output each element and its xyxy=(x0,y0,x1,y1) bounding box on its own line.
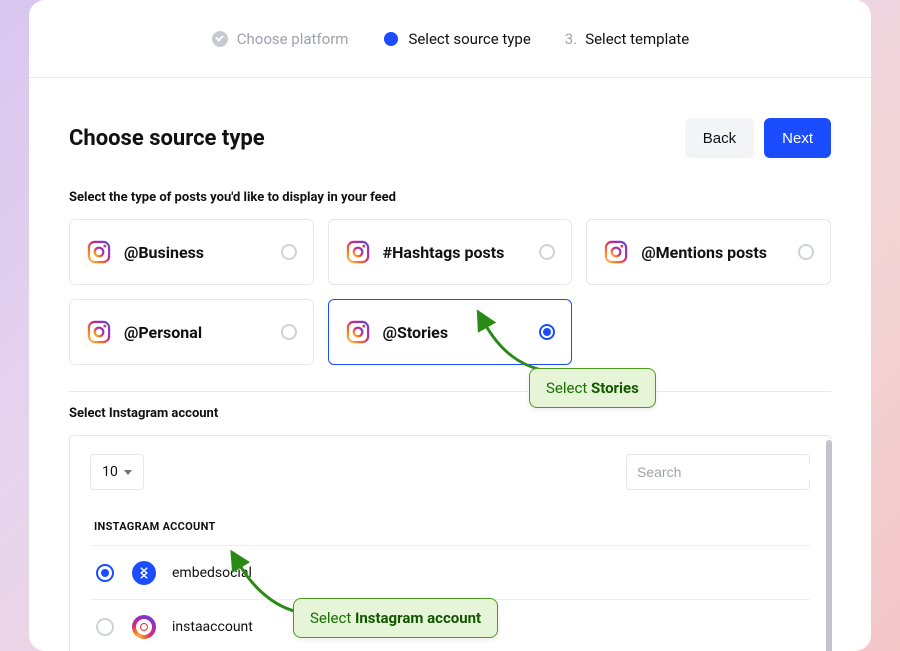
section-label: Select Instagram account xyxy=(69,406,831,421)
callout-account: Select Instagram account xyxy=(293,598,498,638)
avatar xyxy=(132,615,156,639)
page-size-value: 10 xyxy=(102,464,118,480)
avatar xyxy=(132,561,156,585)
instagram-icon xyxy=(86,319,112,345)
search-box[interactable] xyxy=(626,454,810,490)
option-personal[interactable]: @Personal xyxy=(69,299,314,365)
option-label: @Personal xyxy=(124,323,269,342)
radio-icon[interactable] xyxy=(96,618,114,636)
radio-icon[interactable] xyxy=(96,564,114,582)
option-label: @Business xyxy=(124,243,269,262)
stepper: Choose platform Select source type 3. Se… xyxy=(29,0,871,78)
step-select-template[interactable]: 3. Select template xyxy=(565,30,689,48)
instagram-icon xyxy=(86,239,112,265)
callout-bold: Stories xyxy=(591,379,639,397)
divider xyxy=(69,391,831,392)
option-label: @Mentions posts xyxy=(641,243,786,262)
radio-icon xyxy=(281,324,297,340)
option-label: #Hashtags posts xyxy=(383,243,528,262)
step-select-source-type[interactable]: Select source type xyxy=(382,30,530,48)
radio-icon xyxy=(539,244,555,260)
header-row: Choose source type Back Next xyxy=(69,118,831,158)
back-button[interactable]: Back xyxy=(685,118,754,158)
page-title: Choose source type xyxy=(69,126,265,151)
callout-text: Select xyxy=(310,609,355,627)
instagram-icon xyxy=(603,239,629,265)
callout-text: Select xyxy=(546,379,591,397)
chevron-down-icon xyxy=(124,470,132,475)
option-hashtags[interactable]: #Hashtags posts xyxy=(328,219,573,285)
check-circle-icon xyxy=(211,30,229,48)
radio-icon xyxy=(798,244,814,260)
step-label: Select source type xyxy=(408,30,530,48)
action-buttons: Back Next xyxy=(685,118,831,158)
account-row-embedsocial[interactable]: embedsocial xyxy=(90,546,810,600)
instagram-icon xyxy=(345,319,371,345)
step-label: Select template xyxy=(585,30,689,48)
option-business[interactable]: @Business xyxy=(69,219,314,285)
page-size-select[interactable]: 10 xyxy=(90,454,144,490)
content-area: Choose source type Back Next Select the … xyxy=(29,78,871,651)
scrollbar[interactable] xyxy=(826,440,832,651)
radio-icon xyxy=(281,244,297,260)
search-input[interactable] xyxy=(637,464,818,480)
table-header: INSTAGRAM ACCOUNT xyxy=(90,520,810,546)
source-type-options: @Business #Hashtags posts @Mention xyxy=(69,219,831,365)
callout-stories: Select Stories xyxy=(529,368,656,408)
panel-topbar: 10 xyxy=(90,454,810,490)
step-active-dot-icon xyxy=(382,30,400,48)
callout-bold: Instagram account xyxy=(355,609,481,627)
step-number: 3. xyxy=(565,30,577,48)
wizard-card: Choose platform Select source type 3. Se… xyxy=(29,0,871,651)
instagram-icon xyxy=(345,239,371,265)
step-label: Choose platform xyxy=(237,30,349,48)
subtitle: Select the type of posts you'd like to d… xyxy=(69,190,831,205)
option-mentions[interactable]: @Mentions posts xyxy=(586,219,831,285)
next-button[interactable]: Next xyxy=(764,118,831,158)
step-choose-platform[interactable]: Choose platform xyxy=(211,30,349,48)
